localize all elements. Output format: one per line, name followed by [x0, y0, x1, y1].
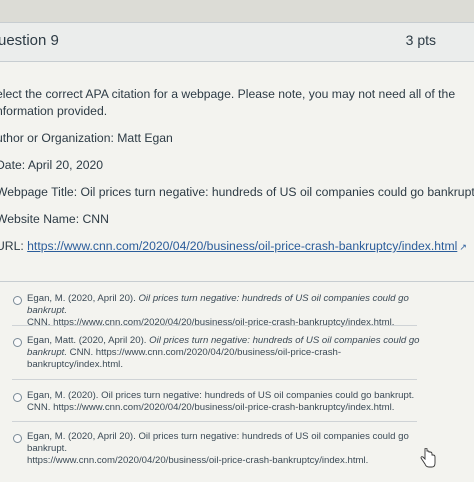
- option-separator: [12, 379, 417, 380]
- url-info: URL: https://www.cnn.com/2020/04/20/busi…: [0, 238, 467, 256]
- url-link[interactable]: https://www.cnn.com/2020/04/20/business/…: [27, 239, 457, 253]
- answer-option-label: Egan, M. (2020, April 20). Oil prices tu…: [27, 431, 409, 466]
- external-link-icon: ↗: [459, 242, 467, 252]
- answer-option-label: Egan, M. (2020). Oil prices turn negativ…: [27, 390, 415, 413]
- answers-divider: [0, 281, 474, 282]
- answer-option-label: Egan, Matt. (2020, April 20). Oil prices…: [27, 335, 420, 370]
- radio-button[interactable]: [13, 434, 22, 443]
- date-info: Date: April 20, 2020: [0, 158, 104, 172]
- prompt-line-1: elect the correct APA citation for a web…: [0, 87, 456, 101]
- question-points: 3 pts: [405, 32, 436, 48]
- website-name-info: Website Name: CNN: [0, 212, 109, 226]
- question-title: uestion 9: [0, 32, 59, 49]
- option-separator: [12, 325, 417, 326]
- answer-option-label: Egan, M. (2020, April 20). Oil prices tu…: [27, 293, 409, 328]
- hand-pointer-icon: [420, 448, 436, 468]
- radio-button[interactable]: [13, 393, 22, 402]
- prompt-line-2: nformation provided.: [0, 104, 108, 118]
- webpage-title-info: Webpage Title: Oil prices turn negative:…: [0, 185, 474, 199]
- question-card: uestion 9 3 pts elect the correct APA ci…: [0, 22, 474, 482]
- radio-button[interactable]: [13, 296, 22, 305]
- url-label: URL:: [0, 239, 24, 253]
- radio-button[interactable]: [13, 338, 22, 347]
- author-info: uthor or Organization: Matt Egan: [0, 131, 173, 145]
- question-header: uestion 9 3 pts: [0, 23, 474, 62]
- option-separator: [12, 421, 417, 422]
